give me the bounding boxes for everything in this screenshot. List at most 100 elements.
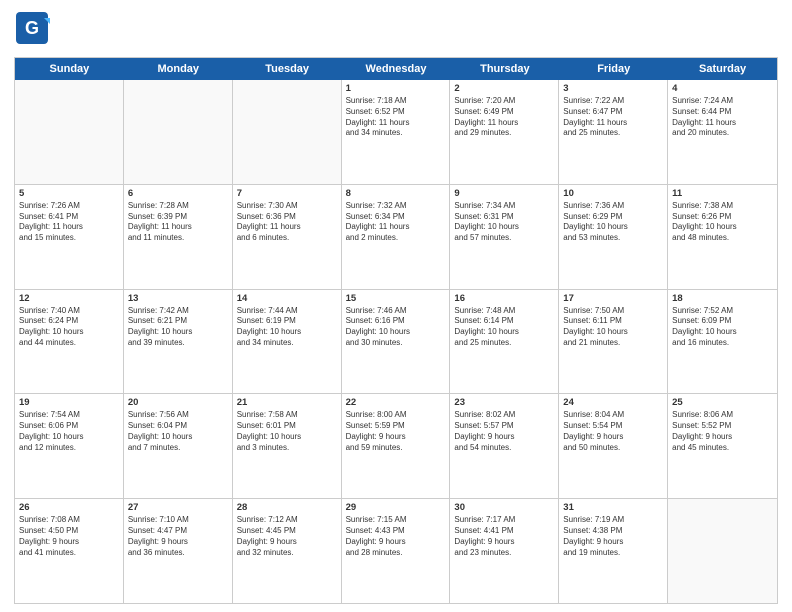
- calendar-cell: [668, 499, 777, 603]
- calendar-cell: 1 Sunrise: 7:18 AM Sunset: 6:52 PM Daylig…: [342, 80, 451, 184]
- calendar-cell: 12Sunrise: 7:40 AM Sunset: 6:24 PM Dayli…: [15, 290, 124, 394]
- day-header: Monday: [124, 58, 233, 80]
- day-number: 28: [237, 502, 337, 513]
- calendar-cell: 18 Sunrise: 7:52 AM Sunset: 6:09 PM Dayli…: [668, 290, 777, 394]
- calendar-cell: 14Sunrise: 7:44 AM Sunset: 6:19 PM Dayli…: [233, 290, 342, 394]
- cell-info: Sunrise: 7:52 AM Sunset: 6:09 PM Dayligh…: [672, 306, 773, 349]
- calendar-cell: 4 Sunrise: 7:24 AM Sunset: 6:44 PM Daylig…: [668, 80, 777, 184]
- day-header: Wednesday: [342, 58, 451, 80]
- calendar-cell: 13 Sunrise: 7:42 AM Sunset: 6:21 PM Dayli…: [124, 290, 233, 394]
- day-number: 5: [19, 188, 119, 199]
- cell-info: Sunrise: 7:17 AM Sunset: 4:41 PM Dayligh…: [454, 515, 554, 558]
- cell-info: Sunrise: 7:18 AM Sunset: 6:52 PM Dayligh…: [346, 96, 446, 139]
- calendar-cell: 8 Sunrise: 7:32 AM Sunset: 6:34 PM Daylig…: [342, 185, 451, 289]
- cell-info: Sunrise: 7:56 AM Sunset: 6:04 PM Dayligh…: [128, 410, 228, 453]
- day-number: 30: [454, 502, 554, 513]
- calendar-cell: 10 Sunrise: 7:36 AM Sunset: 6:29 PM Dayli…: [559, 185, 668, 289]
- cell-info: Sunrise: 7:30 AM Sunset: 6:36 PM Dayligh…: [237, 201, 337, 244]
- day-number: 16: [454, 293, 554, 304]
- cell-info: Sunrise: 7:19 AM Sunset: 4:38 PM Dayligh…: [563, 515, 663, 558]
- calendar-cell: 31 Sunrise: 7:19 AM Sunset: 4:38 PM Dayli…: [559, 499, 668, 603]
- cell-info: Sunrise: 7:10 AM Sunset: 4:47 PM Dayligh…: [128, 515, 228, 558]
- cell-info: Sunrise: 7:48 AM Sunset: 6:14 PM Dayligh…: [454, 306, 554, 349]
- calendar-cell: 15 Sunrise: 7:46 AM Sunset: 6:16 PM Dayli…: [342, 290, 451, 394]
- calendar-cell: 24 Sunrise: 8:04 AM Sunset: 5:54 PM Dayli…: [559, 394, 668, 498]
- day-number: 31: [563, 502, 663, 513]
- day-number: 8: [346, 188, 446, 199]
- calendar-cell: 6Sunrise: 7:28 AM Sunset: 6:39 PM Daylig…: [124, 185, 233, 289]
- day-number: 25: [672, 397, 773, 408]
- header: G: [14, 10, 778, 51]
- calendar-cell: [15, 80, 124, 184]
- cell-info: Sunrise: 7:42 AM Sunset: 6:21 PM Dayligh…: [128, 306, 228, 349]
- calendar-cell: 11 Sunrise: 7:38 AM Sunset: 6:26 PM Dayli…: [668, 185, 777, 289]
- calendar-row: 5 Sunrise: 7:26 AM Sunset: 6:41 PM Daylig…: [15, 185, 777, 290]
- day-number: 15: [346, 293, 446, 304]
- svg-text:G: G: [25, 18, 39, 38]
- calendar-cell: 29Sunrise: 7:15 AM Sunset: 4:43 PM Dayli…: [342, 499, 451, 603]
- calendar: SundayMondayTuesdayWednesdayThursdayFrid…: [14, 57, 778, 604]
- calendar-cell: 17Sunrise: 7:50 AM Sunset: 6:11 PM Dayli…: [559, 290, 668, 394]
- day-number: 18: [672, 293, 773, 304]
- cell-info: Sunrise: 7:20 AM Sunset: 6:49 PM Dayligh…: [454, 96, 554, 139]
- logo: G: [14, 10, 54, 51]
- day-number: 26: [19, 502, 119, 513]
- day-number: 10: [563, 188, 663, 199]
- day-number: 23: [454, 397, 554, 408]
- day-number: 19: [19, 397, 119, 408]
- calendar-row: 19 Sunrise: 7:54 AM Sunset: 6:06 PM Dayli…: [15, 394, 777, 499]
- day-number: 7: [237, 188, 337, 199]
- cell-info: Sunrise: 7:38 AM Sunset: 6:26 PM Dayligh…: [672, 201, 773, 244]
- day-number: 29: [346, 502, 446, 513]
- cell-info: Sunrise: 8:04 AM Sunset: 5:54 PM Dayligh…: [563, 410, 663, 453]
- calendar-cell: 20 Sunrise: 7:56 AM Sunset: 6:04 PM Dayli…: [124, 394, 233, 498]
- cell-info: Sunrise: 7:32 AM Sunset: 6:34 PM Dayligh…: [346, 201, 446, 244]
- cell-info: Sunrise: 8:02 AM Sunset: 5:57 PM Dayligh…: [454, 410, 554, 453]
- cell-info: Sunrise: 7:12 AM Sunset: 4:45 PM Dayligh…: [237, 515, 337, 558]
- calendar-cell: 22Sunrise: 8:00 AM Sunset: 5:59 PM Dayli…: [342, 394, 451, 498]
- calendar-cell: [124, 80, 233, 184]
- logo-icon: G: [14, 10, 50, 46]
- calendar-cell: 3Sunrise: 7:22 AM Sunset: 6:47 PM Daylig…: [559, 80, 668, 184]
- day-number: 3: [563, 83, 663, 94]
- day-number: 13: [128, 293, 228, 304]
- day-header: Sunday: [15, 58, 124, 80]
- day-number: 11: [672, 188, 773, 199]
- cell-info: Sunrise: 7:46 AM Sunset: 6:16 PM Dayligh…: [346, 306, 446, 349]
- cell-info: Sunrise: 7:54 AM Sunset: 6:06 PM Dayligh…: [19, 410, 119, 453]
- day-header: Friday: [559, 58, 668, 80]
- cell-info: Sunrise: 7:44 AM Sunset: 6:19 PM Dayligh…: [237, 306, 337, 349]
- calendar-cell: 9Sunrise: 7:34 AM Sunset: 6:31 PM Daylig…: [450, 185, 559, 289]
- cell-info: Sunrise: 7:08 AM Sunset: 4:50 PM Dayligh…: [19, 515, 119, 558]
- calendar-cell: [233, 80, 342, 184]
- cell-info: Sunrise: 8:06 AM Sunset: 5:52 PM Dayligh…: [672, 410, 773, 453]
- cell-info: Sunrise: 7:26 AM Sunset: 6:41 PM Dayligh…: [19, 201, 119, 244]
- day-number: 2: [454, 83, 554, 94]
- day-number: 4: [672, 83, 773, 94]
- cell-info: Sunrise: 7:24 AM Sunset: 6:44 PM Dayligh…: [672, 96, 773, 139]
- day-number: 1: [346, 83, 446, 94]
- day-number: 27: [128, 502, 228, 513]
- calendar-cell: 7 Sunrise: 7:30 AM Sunset: 6:36 PM Daylig…: [233, 185, 342, 289]
- calendar-row: 12Sunrise: 7:40 AM Sunset: 6:24 PM Dayli…: [15, 290, 777, 395]
- calendar-row: 1 Sunrise: 7:18 AM Sunset: 6:52 PM Daylig…: [15, 80, 777, 185]
- calendar-row: 26 Sunrise: 7:08 AM Sunset: 4:50 PM Dayli…: [15, 499, 777, 603]
- cell-info: Sunrise: 7:34 AM Sunset: 6:31 PM Dayligh…: [454, 201, 554, 244]
- calendar-cell: 30 Sunrise: 7:17 AM Sunset: 4:41 PM Dayli…: [450, 499, 559, 603]
- day-number: 24: [563, 397, 663, 408]
- calendar-cell: 26 Sunrise: 7:08 AM Sunset: 4:50 PM Dayli…: [15, 499, 124, 603]
- calendar-header: SundayMondayTuesdayWednesdayThursdayFrid…: [15, 58, 777, 80]
- calendar-cell: 27 Sunrise: 7:10 AM Sunset: 4:47 PM Dayli…: [124, 499, 233, 603]
- calendar-body: 1 Sunrise: 7:18 AM Sunset: 6:52 PM Daylig…: [15, 80, 777, 603]
- day-header: Saturday: [668, 58, 777, 80]
- day-number: 6: [128, 188, 228, 199]
- day-header: Tuesday: [233, 58, 342, 80]
- day-number: 20: [128, 397, 228, 408]
- calendar-cell: 5 Sunrise: 7:26 AM Sunset: 6:41 PM Daylig…: [15, 185, 124, 289]
- cell-info: Sunrise: 7:36 AM Sunset: 6:29 PM Dayligh…: [563, 201, 663, 244]
- cell-info: Sunrise: 7:50 AM Sunset: 6:11 PM Dayligh…: [563, 306, 663, 349]
- cell-info: Sunrise: 8:00 AM Sunset: 5:59 PM Dayligh…: [346, 410, 446, 453]
- cell-info: Sunrise: 7:58 AM Sunset: 6:01 PM Dayligh…: [237, 410, 337, 453]
- calendar-cell: 16 Sunrise: 7:48 AM Sunset: 6:14 PM Dayli…: [450, 290, 559, 394]
- calendar-cell: 2 Sunrise: 7:20 AM Sunset: 6:49 PM Daylig…: [450, 80, 559, 184]
